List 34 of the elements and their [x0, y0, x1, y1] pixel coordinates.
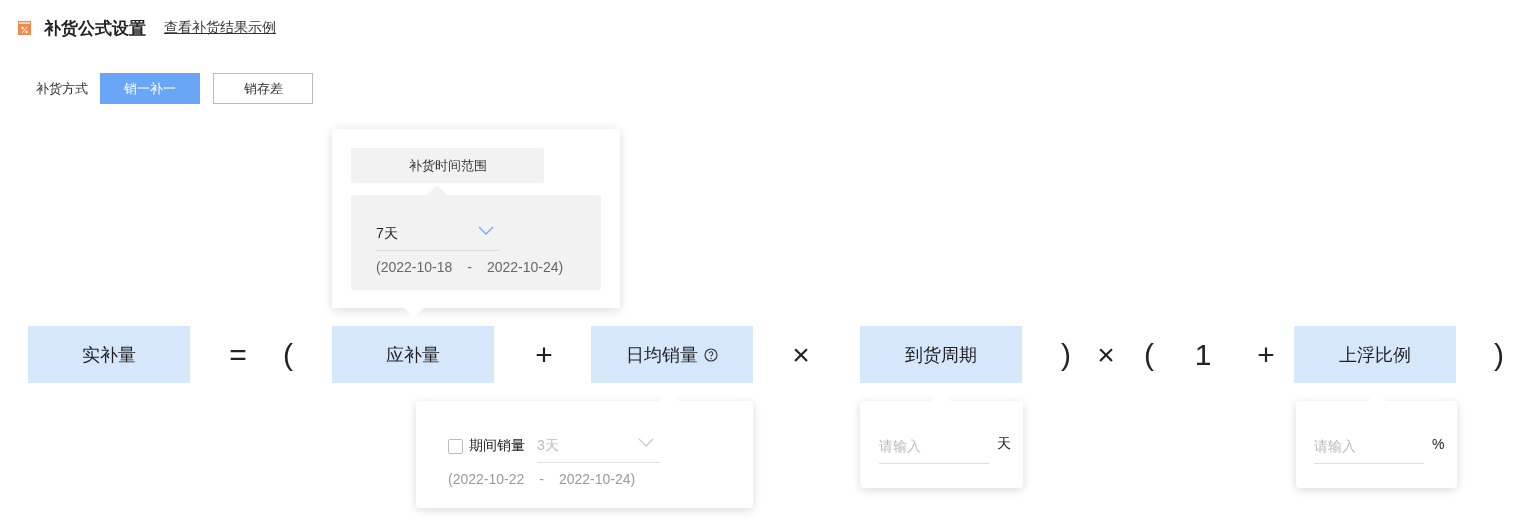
method-option[interactable]: 销存差: [213, 73, 313, 104]
checkbox[interactable]: [448, 438, 463, 454]
chevron-down-icon: [638, 438, 654, 447]
formula-term[interactable]: 日均销量: [591, 326, 753, 383]
operator-symbol: +: [1256, 337, 1276, 372]
range-separator: -: [467, 259, 472, 275]
formula-term[interactable]: 应补量: [332, 326, 494, 383]
range-end: 2022-10-24): [486, 259, 564, 275]
range-end: 2022-10-24): [558, 471, 636, 487]
unit-label: %: [1432, 435, 1445, 452]
operator-symbol: ): [1060, 337, 1072, 372]
range-start: (2022-10-22: [448, 471, 525, 487]
range-separator: -: [539, 471, 544, 487]
formula-term[interactable]: 实补量: [28, 326, 190, 383]
operator-symbol: +: [534, 337, 554, 372]
chevron-down-icon: [478, 226, 494, 235]
percent-icon: [18, 21, 31, 35]
formula-term[interactable]: 到货周期: [860, 326, 1022, 383]
example-link[interactable]: 查看补货结果示例: [164, 19, 276, 37]
page-title: 补货公式设置: [44, 17, 146, 40]
operator-symbol: ): [1493, 337, 1505, 372]
method-label: 补货方式: [36, 79, 88, 98]
operator-symbol: (: [282, 337, 294, 372]
operator-symbol: ×: [1096, 337, 1116, 372]
operator-symbol: 1: [1193, 337, 1213, 372]
operator-symbol: =: [228, 337, 248, 372]
operator-symbol: (: [1143, 337, 1155, 372]
range-heading: 补货时间范围: [351, 148, 544, 183]
checkbox-label[interactable]: 期间销量: [469, 437, 525, 455]
range-start: (2022-10-18: [376, 259, 453, 275]
day-select[interactable]: 7天: [376, 217, 500, 251]
operator-symbol: ×: [791, 337, 811, 372]
formula-term[interactable]: 上浮比例: [1294, 326, 1456, 383]
unit-label: 天: [997, 434, 1011, 453]
